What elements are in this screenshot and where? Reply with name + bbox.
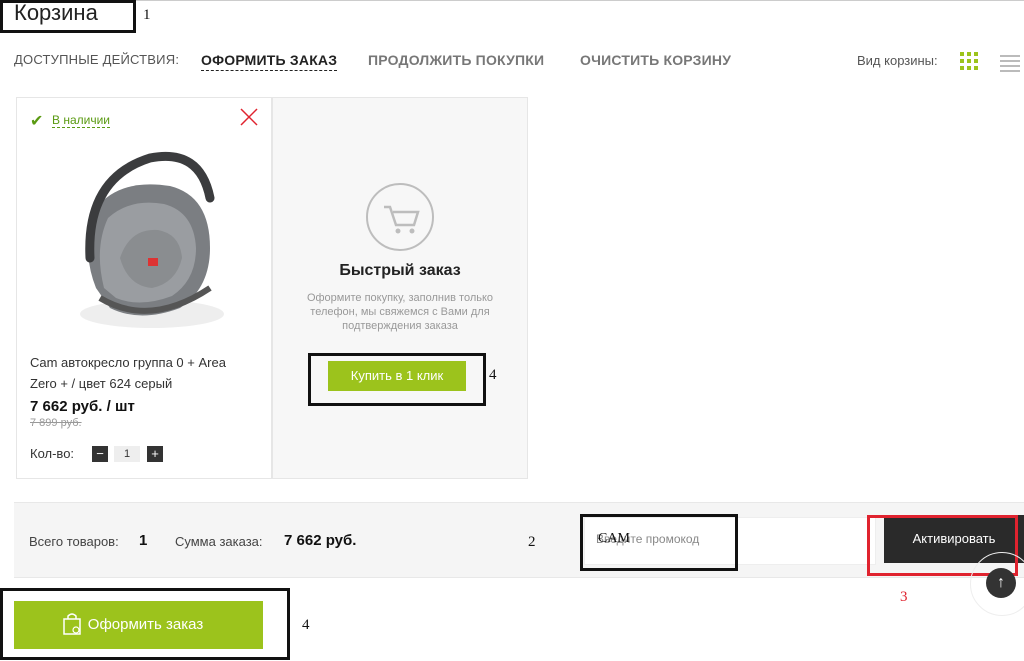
cart-view-label: Вид корзины: bbox=[857, 53, 938, 68]
product-price: 7 662 руб. / шт bbox=[30, 398, 135, 415]
annotation-label-3: 3 bbox=[900, 589, 908, 605]
availability-badge: В наличии bbox=[52, 113, 111, 128]
remove-item-icon[interactable] bbox=[238, 106, 260, 128]
clear-cart-link[interactable]: ОЧИСТИТЬ КОРЗИНУ bbox=[580, 52, 731, 68]
annotation-box-1 bbox=[0, 0, 136, 33]
product-name[interactable]: Cam автокресло группа 0 + Area Zero + / … bbox=[30, 352, 250, 394]
annotation-label-1: 1 bbox=[143, 7, 151, 23]
annotation-box-4b bbox=[0, 588, 290, 660]
order-sum-value: 7 662 руб. bbox=[284, 532, 357, 549]
quick-order-description: Оформите покупку, заполнив только телефо… bbox=[306, 292, 494, 332]
continue-shopping-link[interactable]: ПРОДОЛЖИТЬ ПОКУПКИ bbox=[368, 52, 544, 68]
quantity-increase-button[interactable]: + bbox=[147, 446, 163, 462]
annotation-box-2 bbox=[580, 514, 738, 571]
product-image[interactable] bbox=[60, 138, 240, 338]
quick-order-title: Быстрый заказ bbox=[339, 262, 461, 279]
annotation-label-4a: 4 bbox=[489, 367, 497, 383]
items-count-value: 1 bbox=[139, 532, 148, 549]
actions-label: ДОСТУПНЫЕ ДЕЙСТВИЯ: bbox=[14, 52, 180, 67]
scroll-to-top-icon[interactable]: ↑ bbox=[986, 568, 1016, 598]
quantity-decrease-button[interactable]: − bbox=[92, 446, 108, 462]
items-count-label: Всего товаров: bbox=[29, 534, 119, 549]
top-divider bbox=[0, 0, 1024, 1]
annotation-label-2: 2 bbox=[528, 534, 536, 550]
quantity-label: Кол-во: bbox=[30, 446, 75, 461]
product-old-price: 7 899 руб. bbox=[30, 417, 82, 429]
annotation-label-4b: 4 bbox=[302, 617, 310, 633]
check-icon: ✔ bbox=[30, 113, 44, 130]
order-sum-label: Сумма заказа: bbox=[175, 534, 263, 549]
quick-order-card bbox=[272, 97, 528, 479]
list-view-icon[interactable] bbox=[1000, 52, 1020, 72]
quantity-input[interactable]: 1 bbox=[114, 446, 140, 462]
checkout-link[interactable]: ОФОРМИТЬ ЗАКАЗ bbox=[201, 52, 338, 71]
grid-view-icon[interactable] bbox=[960, 52, 978, 70]
annotation-box-4a bbox=[308, 353, 486, 406]
cart-icon bbox=[366, 183, 434, 251]
